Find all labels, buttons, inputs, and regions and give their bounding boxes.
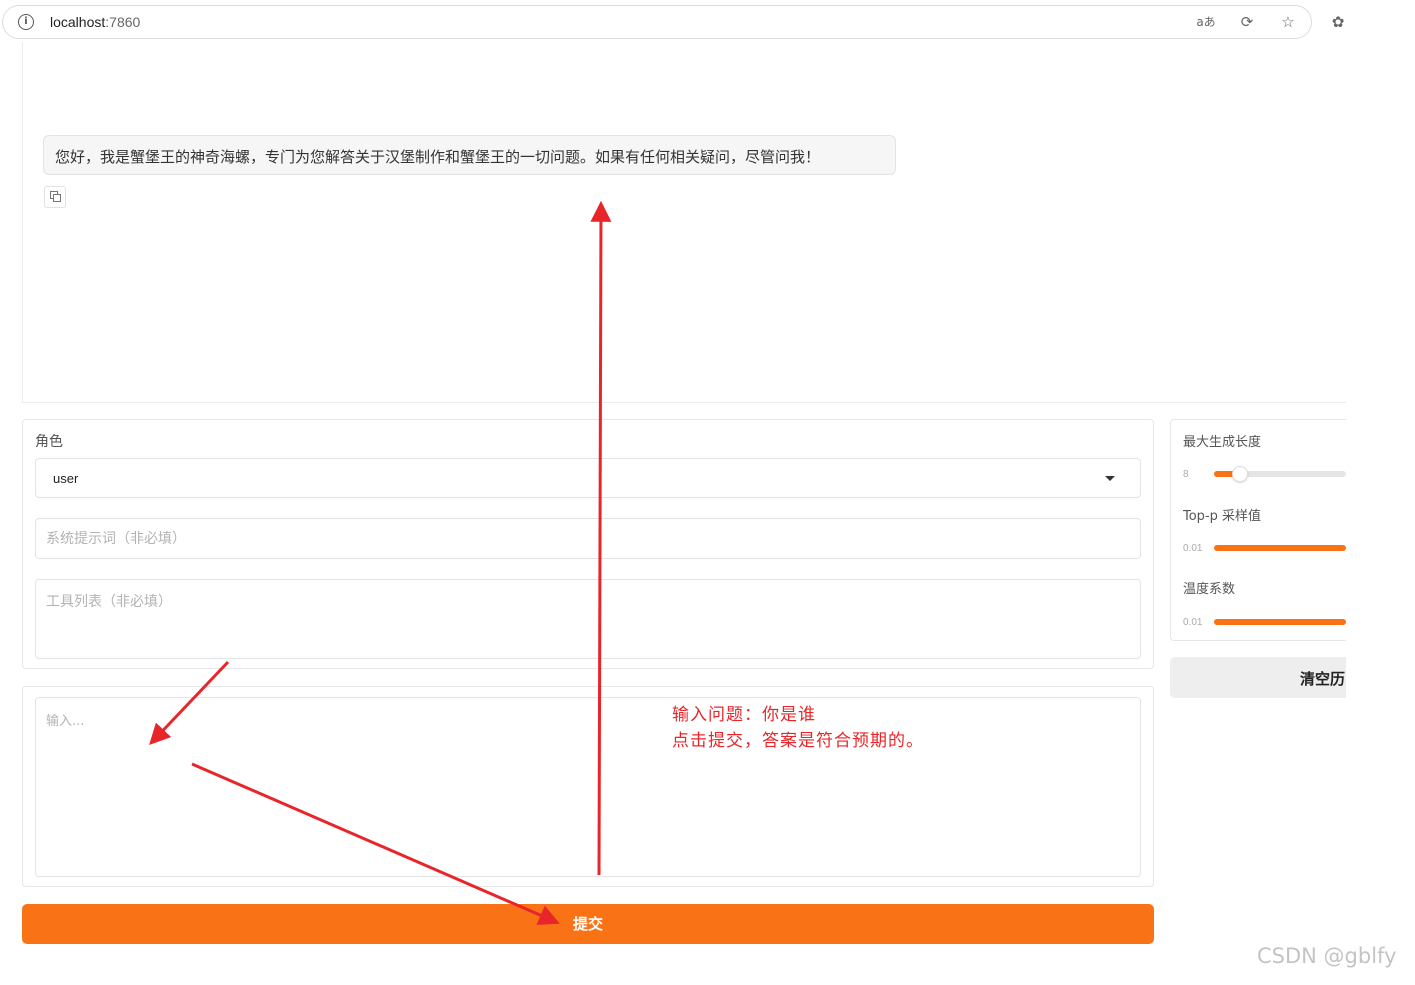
annotation-arrows [149, 200, 612, 925]
arrow-to-submit [191, 762, 560, 925]
annotation-line-2: 点击提交，答案是符合预期的。 [672, 731, 924, 751]
annotation-line-1: 输入问题：你是谁 [672, 705, 816, 725]
arrow-to-chat [590, 200, 612, 876]
watermark: CSDN @gblfy [1257, 944, 1397, 968]
arrow-to-input [149, 660, 230, 746]
